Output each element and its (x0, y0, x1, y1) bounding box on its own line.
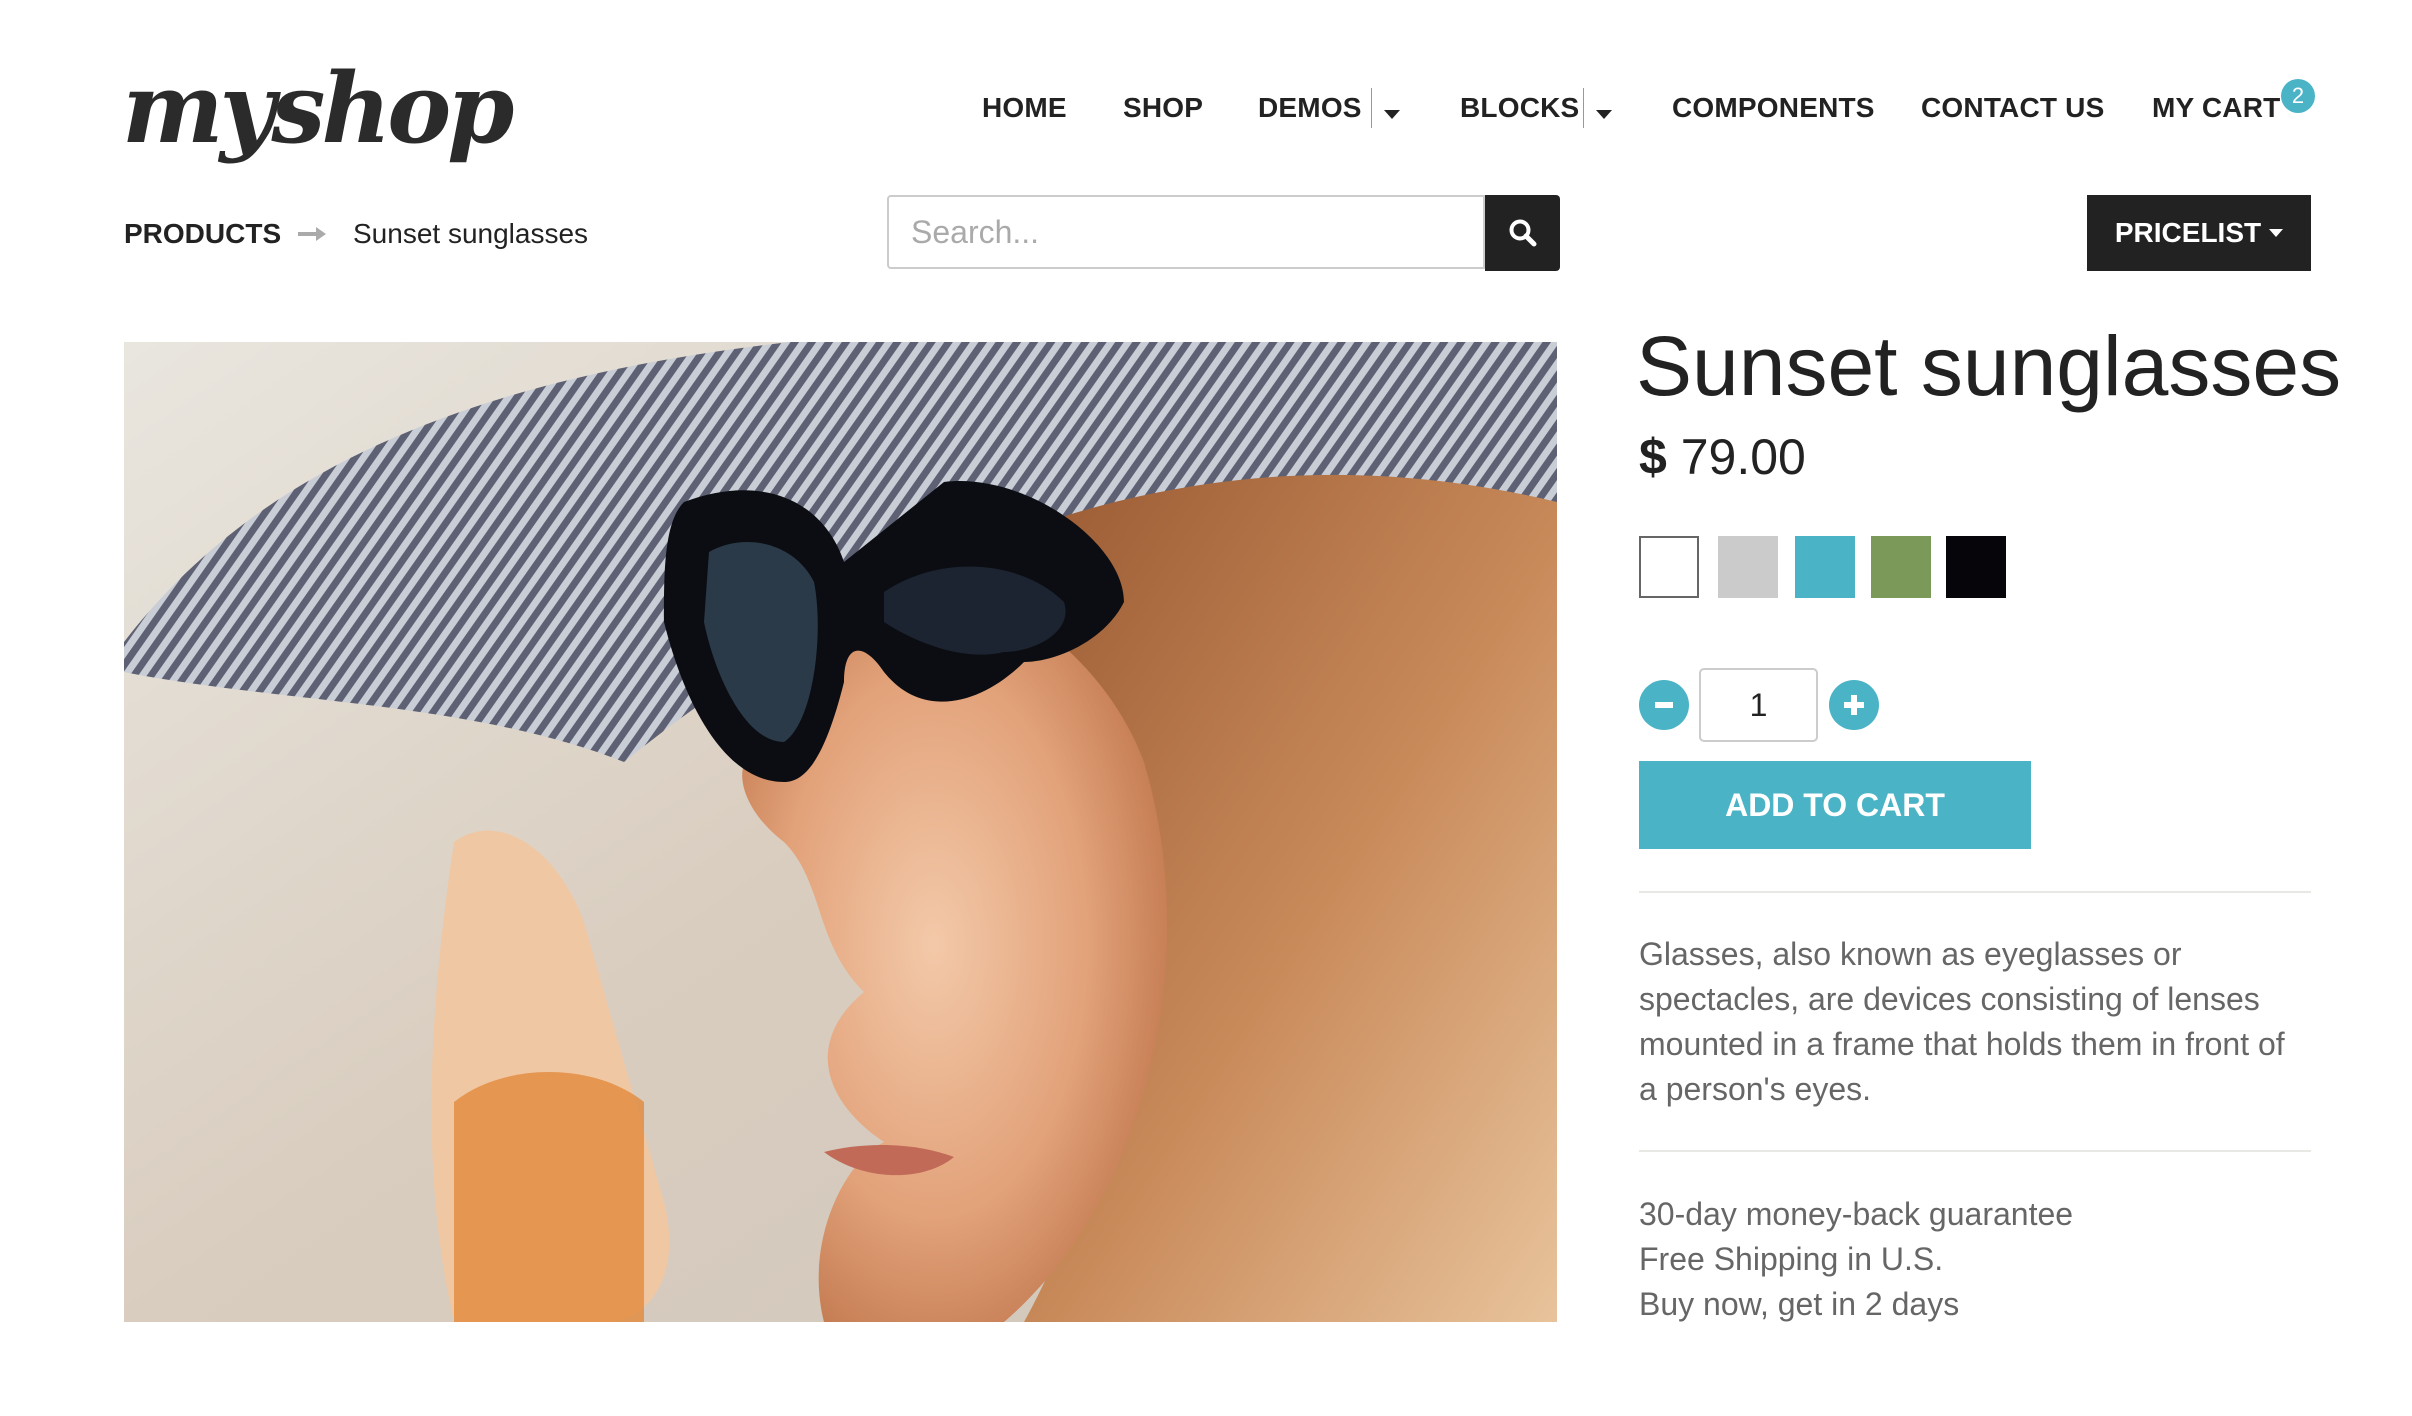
logo[interactable]: myshop (122, 52, 514, 165)
product-image (124, 342, 1557, 1322)
feature-item: Buy now, get in 2 days (1639, 1286, 1960, 1322)
divider (1639, 891, 2311, 893)
nav-divider (1583, 88, 1584, 128)
nav-my-cart[interactable]: MY CART (2152, 92, 2280, 124)
breadcrumb-current: Sunset sunglasses (353, 218, 589, 249)
color-swatch-black[interactable] (1946, 536, 2006, 598)
divider (1639, 1150, 2311, 1152)
blocks-caret-icon[interactable] (1596, 106, 1612, 124)
arrow-right-icon (298, 224, 328, 249)
search-input[interactable] (887, 195, 1485, 269)
nav-components[interactable]: COMPONENTS (1672, 92, 1875, 124)
price-value: 79.00 (1680, 429, 1806, 485)
product-price: $ 79.00 (1639, 428, 1806, 486)
pricelist-button[interactable]: PRICELIST (2087, 195, 2311, 271)
nav-shop[interactable]: SHOP (1123, 92, 1203, 124)
nav-demos[interactable]: DEMOS (1258, 92, 1362, 124)
feature-item: 30-day money-back guarantee (1639, 1196, 2074, 1232)
color-swatch-green[interactable] (1871, 536, 1931, 598)
search-icon (1509, 219, 1536, 247)
product-title: Sunset sunglasses (1636, 319, 2342, 413)
quantity-input[interactable] (1699, 668, 1818, 742)
nav-blocks[interactable]: BLOCKS (1460, 92, 1579, 124)
product-description: Glasses, also known as eyeglasses or spe… (1639, 936, 2285, 1107)
plus-icon (1844, 695, 1864, 715)
nav-divider (1371, 88, 1372, 128)
currency-symbol: $ (1639, 429, 1667, 485)
nav-home[interactable]: HOME (982, 92, 1067, 124)
product-features: 30-day money-back guarantee Free Shippin… (1639, 1192, 2073, 1327)
add-to-cart-button[interactable]: ADD TO CART (1639, 761, 2031, 849)
caret-down-icon (2269, 229, 2284, 237)
demos-caret-icon[interactable] (1384, 106, 1400, 124)
color-swatch-white[interactable] (1639, 536, 1699, 598)
feature-item: Free Shipping in U.S. (1639, 1241, 1944, 1277)
decrease-quantity-button[interactable] (1639, 680, 1689, 730)
search-button[interactable] (1485, 195, 1560, 271)
cart-count-badge: 2 (2281, 79, 2315, 113)
pricelist-label: PRICELIST (2114, 217, 2262, 248)
breadcrumb-products[interactable]: PRODUCTS (124, 218, 281, 250)
minus-icon (1655, 702, 1673, 708)
nav-contact-us[interactable]: CONTACT US (1921, 92, 2104, 124)
increase-quantity-button[interactable] (1829, 680, 1879, 730)
color-swatch-blue[interactable] (1795, 536, 1855, 598)
color-swatch-gray[interactable] (1718, 536, 1778, 598)
